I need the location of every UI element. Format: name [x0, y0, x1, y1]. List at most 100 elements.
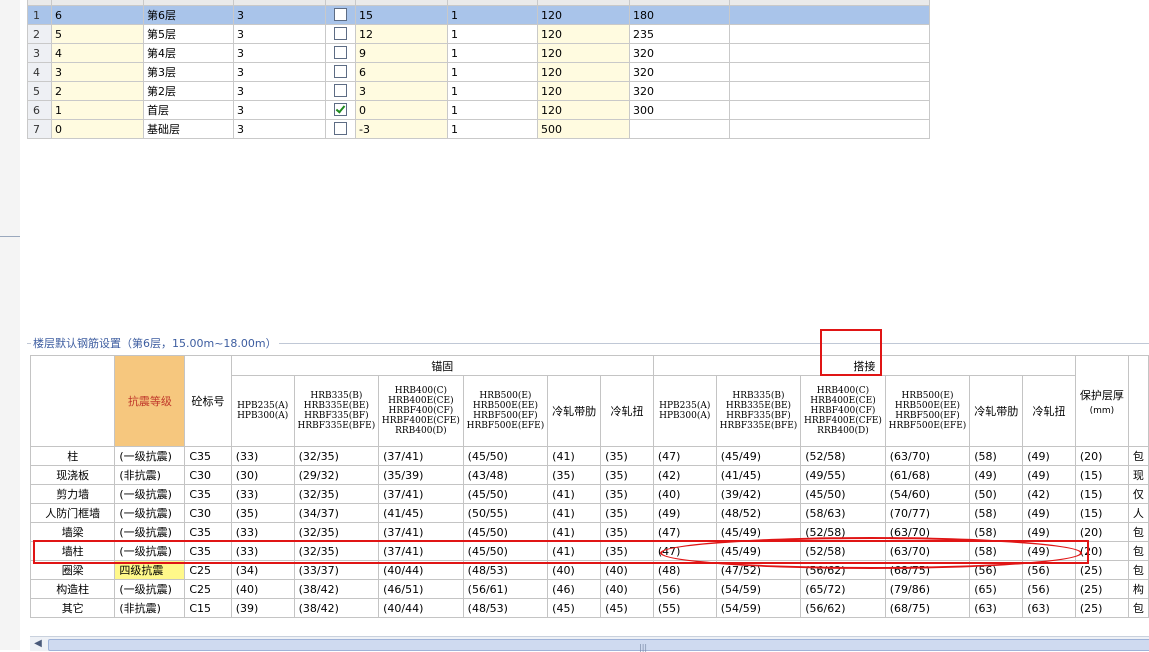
rebar-cell-lap[interactable]: (58): [969, 503, 1024, 523]
floor-cell-c6[interactable]: 1: [447, 119, 538, 139]
rebar-cell-anchorage[interactable]: (33): [230, 522, 295, 542]
rebar-cell-lap[interactable]: (63/70): [884, 446, 971, 466]
floor-cell-c3[interactable]: 3: [233, 119, 326, 139]
rebar-cell-anchorage[interactable]: (41/45): [378, 503, 464, 523]
rebar-cell-lap[interactable]: (47): [652, 446, 717, 466]
rebar-row[interactable]: 柱 (一级抗震) C35 (33) (32/35) (37/41) (45/50) (41)(…: [29, 446, 1149, 466]
checkbox-icon[interactable]: [334, 121, 347, 135]
rebar-cell-seismic[interactable]: (一级抗震): [114, 446, 186, 466]
floor-cell-cb[interactable]: [325, 100, 356, 120]
rebar-cell-seismic[interactable]: (一级抗震): [114, 579, 186, 599]
rebar-cell-anchorage[interactable]: (35): [600, 522, 654, 542]
floor-cell-name[interactable]: 基础层: [143, 119, 234, 139]
rebar-cell-anchorage[interactable]: (41): [547, 522, 602, 542]
header-lap-cold-ribbed[interactable]: 冷轧带肋: [969, 375, 1024, 447]
header-anchor-hrb500[interactable]: HRB500(E) HRB500E(EE) HRBF500(EF) HRBF50…: [462, 375, 549, 447]
floor-cell-c6[interactable]: 1: [447, 81, 538, 101]
rebar-cell-anchorage[interactable]: (29/32): [293, 465, 380, 485]
rebar-cell-anchorage[interactable]: (46/51): [378, 579, 464, 599]
floor-cell-elev[interactable]: 0: [355, 100, 448, 120]
rebar-cell-concrete[interactable]: C25: [184, 579, 232, 599]
rebar-cell-component[interactable]: 现浇板: [29, 465, 116, 485]
rebar-cell-lap[interactable]: (56): [1022, 579, 1076, 599]
floor-cell-code[interactable]: 4: [51, 43, 144, 63]
floor-cell-blank[interactable]: [729, 119, 930, 139]
rebar-row[interactable]: 构造柱 (一级抗震) C25 (40) (38/42) (46/51) (56/61) (46…: [29, 579, 1149, 599]
floor-cell-cb[interactable]: [325, 81, 356, 101]
rebar-cell-lap[interactable]: (49): [1022, 446, 1076, 466]
floor-cell-c6[interactable]: 1: [447, 62, 538, 82]
rebar-cell-cover[interactable]: (25): [1074, 598, 1129, 618]
floor-cell-name[interactable]: 第2层: [143, 81, 234, 101]
rebar-cell-anchorage[interactable]: (45): [547, 598, 602, 618]
rebar-cell-lap[interactable]: (63): [969, 598, 1024, 618]
rebar-cell-extra[interactable]: 包: [1127, 560, 1149, 580]
floor-cell-cb[interactable]: [325, 62, 356, 82]
floor-cell-code[interactable]: 0: [51, 119, 144, 139]
rebar-cell-anchorage[interactable]: (41): [547, 446, 602, 466]
rebar-cell-anchorage[interactable]: (32/35): [293, 522, 380, 542]
floor-row[interactable]: 3 4 第4层 3 9 1 120 320: [27, 43, 930, 63]
rebar-cell-lap[interactable]: (56/62): [800, 598, 886, 618]
rebar-cell-component[interactable]: 柱: [29, 446, 116, 466]
floor-cell-c7[interactable]: 120: [537, 5, 630, 25]
rebar-cell-lap[interactable]: (42): [1022, 484, 1076, 504]
rebar-cell-anchorage[interactable]: (35): [600, 484, 654, 504]
floor-cell-code[interactable]: 6: [51, 5, 144, 25]
rebar-cell-anchorage[interactable]: (56/61): [462, 579, 549, 599]
floor-cell-blank[interactable]: [729, 81, 930, 101]
floor-cell-cb[interactable]: [325, 24, 356, 44]
rebar-cell-anchorage[interactable]: (40): [600, 579, 654, 599]
rebar-cell-anchorage[interactable]: (33): [230, 446, 295, 466]
rebar-cell-lap[interactable]: (47): [652, 522, 717, 542]
floor-cell-c3[interactable]: 3: [233, 62, 326, 82]
rebar-cell-anchorage[interactable]: (35): [600, 465, 654, 485]
floor-cell-row[interactable]: 2: [27, 24, 52, 44]
rebar-cell-lap[interactable]: (45/49): [715, 446, 802, 466]
rebar-cell-anchorage[interactable]: (39): [230, 598, 295, 618]
floor-cell-c7[interactable]: 120: [537, 24, 630, 44]
rebar-cell-lap[interactable]: (65/72): [800, 579, 886, 599]
rebar-cell-anchorage[interactable]: (33): [230, 484, 295, 504]
floor-row[interactable]: 4 3 第3层 3 6 1 120 320: [27, 62, 930, 82]
checkbox-icon[interactable]: [334, 45, 347, 59]
rebar-cell-seismic[interactable]: (一级抗震): [114, 522, 186, 542]
floor-cell-c8[interactable]: 320: [629, 62, 730, 82]
floor-cell-blank[interactable]: [729, 43, 930, 63]
floor-cell-c7[interactable]: 120: [537, 43, 630, 63]
rebar-cell-component[interactable]: 剪力墙: [29, 484, 116, 504]
floor-cell-elev[interactable]: 3: [355, 81, 448, 101]
rebar-cell-lap[interactable]: (49): [969, 465, 1024, 485]
header-lap-hpb[interactable]: HPB235(A) HPB300(A): [652, 375, 717, 447]
floor-cell-row[interactable]: 1: [27, 5, 52, 25]
rebar-cell-lap[interactable]: (49/55): [800, 465, 886, 485]
floor-cell-c6[interactable]: 1: [447, 5, 538, 25]
rebar-cell-anchorage[interactable]: (35): [600, 503, 654, 523]
rebar-cell-concrete[interactable]: C35: [184, 484, 232, 504]
rebar-cell-concrete[interactable]: C30: [184, 503, 232, 523]
rebar-cell-anchorage[interactable]: (35): [230, 503, 295, 523]
rebar-row[interactable]: 现浇板 (非抗震) C30 (30) (29/32) (35/39) (43/48) (35)…: [29, 465, 1149, 485]
floor-row[interactable]: 2 5 第5层 3 12 1 120 235: [27, 24, 930, 44]
rebar-cell-lap[interactable]: (41/45): [715, 465, 802, 485]
header-anchor-hrb335[interactable]: HRB335(B) HRB335E(BE) HRBF335(BF) HRBF33…: [293, 375, 380, 447]
header-lap-cold-twisted[interactable]: 冷轧扭: [1022, 375, 1076, 447]
header-concrete[interactable]: 砼标号: [184, 355, 232, 447]
rebar-cell-lap[interactable]: (56): [652, 579, 717, 599]
checkbox-icon[interactable]: [334, 26, 347, 40]
floor-cell-code[interactable]: 1: [51, 100, 144, 120]
rebar-cell-concrete[interactable]: C30: [184, 465, 232, 485]
rebar-cell-lap[interactable]: (40): [652, 484, 717, 504]
floor-cell-c8[interactable]: 300: [629, 100, 730, 120]
rebar-cell-anchorage[interactable]: (32/35): [293, 446, 380, 466]
checkbox-checked-icon[interactable]: [334, 102, 347, 116]
header-anchor-cold-twisted[interactable]: 冷轧扭: [600, 375, 654, 447]
rebar-cell-anchorage[interactable]: (37/41): [378, 522, 464, 542]
floor-cell-name[interactable]: 首层: [143, 100, 234, 120]
checkbox-icon[interactable]: [334, 64, 347, 78]
floor-cell-blank[interactable]: [729, 62, 930, 82]
floor-cell-name[interactable]: 第6层: [143, 5, 234, 25]
rebar-cell-lap[interactable]: (49): [652, 503, 717, 523]
floor-cell-code[interactable]: 5: [51, 24, 144, 44]
rebar-cell-anchorage[interactable]: (35): [600, 446, 654, 466]
